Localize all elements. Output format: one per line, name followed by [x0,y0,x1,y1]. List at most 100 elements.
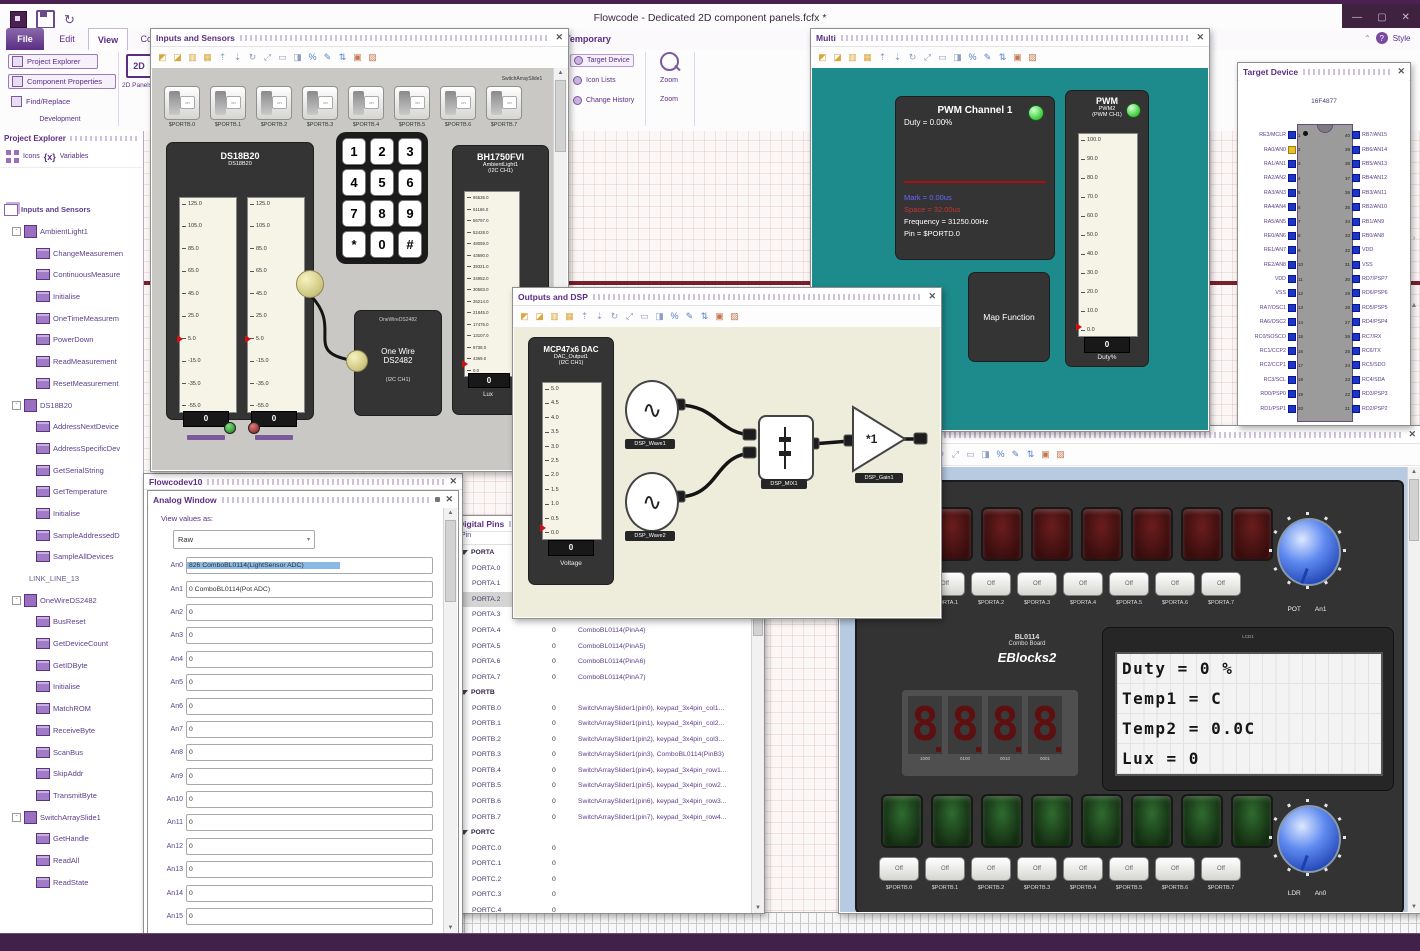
off-button[interactable]: Off [1155,572,1195,596]
chip-pin[interactable]: 31 VSS [1341,258,1407,272]
toolbar-icon[interactable]: ↻ [246,51,259,64]
chip-pin[interactable]: 32 VDD [1341,243,1407,257]
toolbar-icon[interactable]: ⇣ [231,51,244,64]
change-history-toggle[interactable]: Change History [570,95,637,106]
tree-item[interactable]: - GetIDByte [0,654,143,676]
close-icon[interactable]: ✕ [445,495,453,504]
tree-item[interactable]: - OneTimeMeasurem [0,307,143,329]
ldr-knob[interactable] [1267,797,1347,877]
toolbar-icon[interactable]: ◩ [816,51,829,64]
tree-item[interactable]: - AmbientLight1 [0,221,143,243]
chip-pin[interactable]: RA5/AN5 7 [1241,214,1307,228]
analog-value-field[interactable]: 0 [186,791,433,809]
keypad-key[interactable]: 8 [370,200,394,227]
chip-pin[interactable]: RA7/OSC1 13 [1241,301,1307,315]
toggle-switch[interactable]: on [440,86,476,120]
analog-value-field[interactable]: 0 [186,650,433,668]
tree-item[interactable]: - AddressNextDevice [0,416,143,438]
chip-pin[interactable]: 26 RC7/RX [1341,329,1407,343]
maximize-icon[interactable]: ▢ [1377,12,1386,23]
chip-pin[interactable]: VSS 12 [1241,286,1307,300]
tree-item[interactable]: - GetDeviceCount [0,633,143,655]
toolbar-icon[interactable]: ↻ [906,51,919,64]
off-button[interactable]: Off [1063,572,1103,596]
digital-pin-row[interactable]: PORTB.3 0 SwitchArraySlider1(pin3), Comb… [454,747,751,763]
outputs-window-titlebar[interactable]: Outputs and DSP ✕ [513,288,941,306]
dsp-wave1-icon[interactable]: ∿ [625,380,679,440]
digital-pin-row[interactable]: PORTA.4 0 ComboBL0114(PinA4) [454,623,751,639]
tree-item[interactable]: - Inputs and Sensors [0,199,143,221]
dsp-wave2-icon[interactable]: ∿ [625,472,679,532]
toolbar-icon[interactable]: ▣ [351,51,364,64]
tree-item[interactable]: - Initialise [0,676,143,698]
chip-pin[interactable]: 25 RC6/TX [1341,344,1407,358]
tree-item[interactable]: - GetHandle [0,828,143,850]
digital-pin-row[interactable]: PORTC.0 0 [454,840,751,856]
pin-icon[interactable] [435,497,441,502]
help-icon[interactable]: ? [1375,32,1388,44]
toolbar-icon[interactable]: ⇣ [593,310,606,323]
app-icon[interactable] [10,11,27,28]
toolbar-icon[interactable]: ▣ [713,310,726,323]
tree-item[interactable]: - ContinuousMeasure [0,264,143,286]
analog-value-field[interactable]: 0 ComboBL0114(Pot ADC) [186,580,433,598]
chip-pin[interactable]: RE2/AN8 10 [1241,258,1307,272]
toolbar-icon[interactable]: % [668,310,681,323]
tree-item[interactable]: - ResetMeasurement [0,373,143,395]
toolbar-icon[interactable]: ✎ [683,310,696,323]
digital-pin-row[interactable]: PORTB.2 0 SwitchArraySlider1(pin2), keyp… [454,732,751,748]
digital-pin-row[interactable]: PORTA.6 0 ComboBL0114(PinA6) [454,654,751,670]
tree-item[interactable]: - PowerDown [0,329,143,351]
chip-pin[interactable]: RC0/SOSCO 15 [1241,329,1307,343]
keypad-key[interactable]: 2 [370,138,394,165]
digital-pin-row[interactable]: PORTC.3 0 [454,887,751,903]
chip-pin[interactable]: RA4/AN4 6 [1241,200,1307,214]
chip-pin[interactable]: RE0/AN6 8 [1241,229,1307,243]
toolbar-icon[interactable]: ⤢ [921,51,934,64]
tab-edit[interactable]: Edit [50,28,84,50]
digital-pin-row[interactable]: PORTB.7 0 SwitchArraySlider1(pin7), keyp… [454,809,751,825]
toolbar-icon[interactable]: ▨ [728,310,741,323]
toolbar-icon[interactable]: ▦ [861,51,874,64]
off-button[interactable]: Off [879,857,919,881]
connector-bubble-icon[interactable] [296,270,324,298]
tree-item[interactable]: - ChangeMeasuremen [0,242,143,264]
chip-pin[interactable]: RA1/AN1 3 [1241,157,1307,171]
off-button[interactable]: Off [1017,572,1057,596]
analog-value-field[interactable]: 0 [186,884,433,902]
toolbar-icon[interactable]: ✎ [1009,448,1022,461]
panel-2d-button[interactable]: 2D [126,54,152,78]
toolbar-icon[interactable]: ▥ [548,310,561,323]
chip-pin[interactable]: 39 RB6/AN14 [1341,142,1407,156]
tree-item[interactable]: - DS18B20 [0,394,143,416]
chip-pin[interactable]: VDD 11 [1241,272,1307,286]
toolbar-icon[interactable]: ✎ [981,51,994,64]
toolbar-icon[interactable]: % [966,51,979,64]
toolbar-icon[interactable]: ▨ [1026,51,1039,64]
toggle-switch[interactable]: on [302,86,338,120]
digital-pin-row[interactable]: PORTC.2 0 [454,871,751,887]
toolbar-icon[interactable]: ◨ [979,448,992,461]
chip-pin[interactable]: RC2/CCP1 17 [1241,358,1307,372]
target-device-toggle[interactable]: Target Device [570,54,634,67]
toolbar-icon[interactable]: ⤢ [949,448,962,461]
expander-icon[interactable]: - [12,227,21,237]
analog-scrollbar[interactable]: ▲ ▼ [443,508,457,933]
digital-pin-row[interactable]: PORTB [454,685,751,701]
off-button[interactable]: Off [1201,857,1241,881]
analog-value-field[interactable]: 0 [186,814,433,832]
toolbar-icon[interactable]: ⤢ [261,51,274,64]
toolbar-icon[interactable]: ⇅ [336,51,349,64]
digital-pin-row[interactable]: PORTB.6 0 SwitchArraySlider1(pin6), keyp… [454,794,751,810]
analog-value-field[interactable]: 0 [186,837,433,855]
tree-item[interactable]: - OneWireDS2482 [0,589,143,611]
chip-pin[interactable]: 29 RD6/PSP6 [1341,286,1407,300]
off-button[interactable]: Off [971,572,1011,596]
toolbar-icon[interactable]: ▭ [638,310,651,323]
sensor-link-2[interactable] [255,435,293,440]
toolbar-icon[interactable]: ✎ [321,51,334,64]
toolbar-icon[interactable]: ◩ [518,310,531,323]
chip-pin[interactable]: RE3/MCLR 1 [1241,128,1307,142]
off-button[interactable]: Off [1017,857,1057,881]
toolbar-icon[interactable]: ▦ [201,51,214,64]
